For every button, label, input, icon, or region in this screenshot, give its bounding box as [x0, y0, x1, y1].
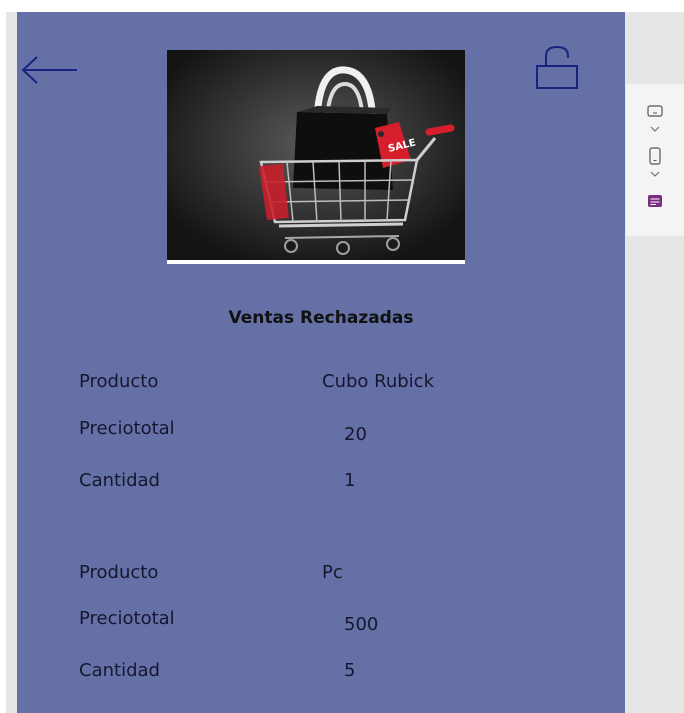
shopping-cart-image: SALE: [167, 50, 465, 264]
cantidad-value: 1: [344, 470, 356, 491]
preciototal-value: 20: [344, 424, 367, 445]
chevron-down-icon[interactable]: [626, 168, 684, 180]
producto-value: Pc: [322, 562, 343, 583]
top-strip: [0, 0, 684, 12]
chevron-down-icon[interactable]: [626, 123, 684, 135]
section-title: Ventas Rechazadas: [228, 308, 414, 328]
preciototal-label: Preciototal: [79, 608, 175, 629]
lock-button[interactable]: [529, 42, 585, 98]
device-preview-panel: [626, 84, 684, 236]
cantidad-label: Cantidad: [79, 470, 160, 491]
arrow-left-icon: [19, 55, 79, 89]
cantidad-label: Cantidad: [79, 660, 160, 681]
producto-label: Producto: [79, 371, 159, 392]
producto-value: Cubo Rubick: [322, 371, 434, 392]
preciototal-label: Preciototal: [79, 418, 175, 439]
app-screen: SALE Ventas Rechazadas Producto Cubo Rub…: [17, 12, 625, 713]
producto-label: Producto: [79, 562, 159, 583]
cantidad-value: 5: [344, 660, 356, 681]
left-strip: [0, 12, 6, 713]
phone-icon[interactable]: [626, 145, 684, 167]
tablet-landscape-icon[interactable]: [626, 100, 684, 122]
back-button[interactable]: [17, 52, 81, 92]
unlock-icon: [534, 44, 580, 96]
preciototal-value: 500: [344, 614, 379, 635]
form-icon[interactable]: [626, 190, 684, 212]
